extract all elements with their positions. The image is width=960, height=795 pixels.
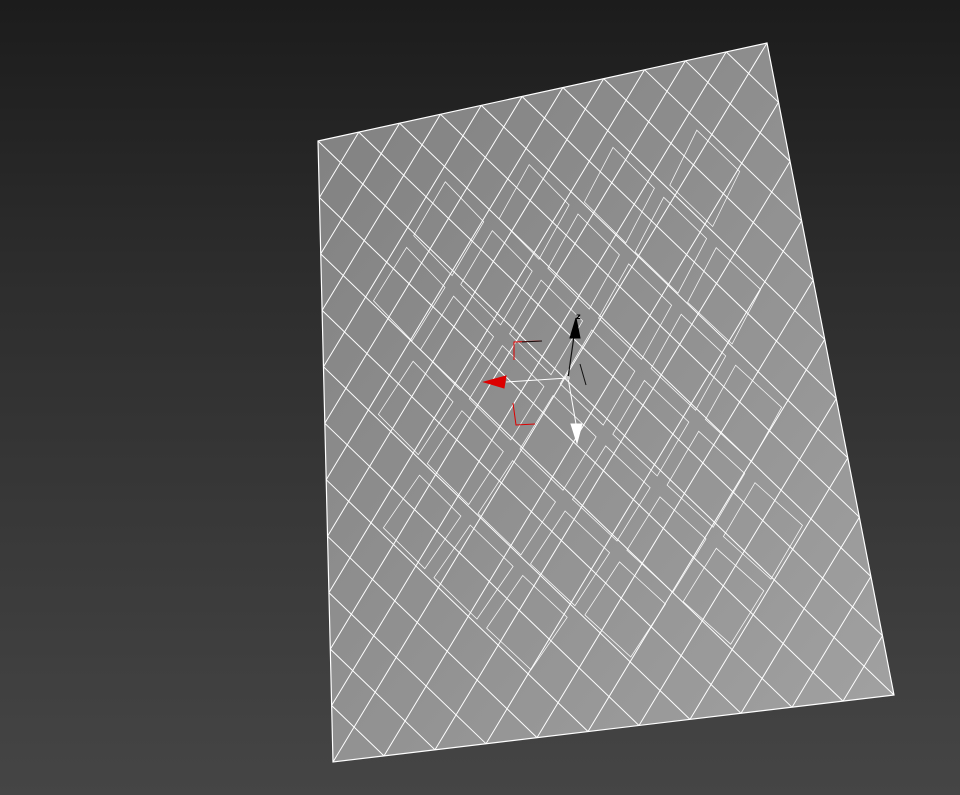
3d-viewport[interactable]: z xyxy=(0,0,960,795)
gizmo-pivot[interactable] xyxy=(566,376,570,380)
z-axis-label: z xyxy=(576,312,581,321)
viewport-scene[interactable]: z xyxy=(0,0,960,795)
plane-object[interactable] xyxy=(317,42,895,763)
plane-face[interactable] xyxy=(317,42,895,763)
